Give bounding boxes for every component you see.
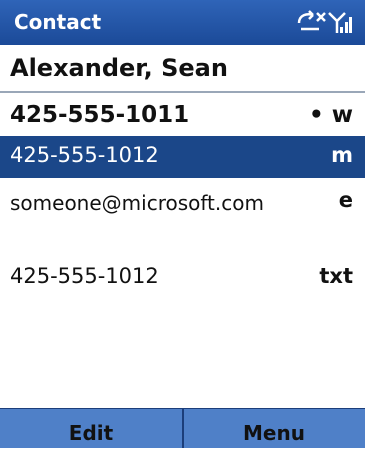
sync-x-icon (297, 10, 326, 31)
mobile-phone-value: 425-555-1012 (10, 143, 159, 167)
softkey-bar: Edit Menu (0, 408, 365, 448)
contact-name: Alexander, Sean (10, 54, 228, 82)
status-icons (297, 10, 352, 33)
list-item-work-phone[interactable]: 425-555-1011 • w (0, 96, 365, 136)
menu-softkey[interactable]: Menu (183, 409, 365, 448)
email-value: someone@microsoft.com (10, 191, 264, 215)
list-item-text-message[interactable]: 425-555-1012 txt (0, 258, 365, 298)
work-phone-tag: • w (309, 102, 353, 128)
contact-name-row: Alexander, Sean (0, 48, 365, 90)
text-phone-value: 425-555-1012 (10, 264, 159, 288)
email-tag: e (338, 188, 353, 212)
signal-strength-icon (328, 12, 352, 33)
header-divider (0, 91, 365, 93)
text-phone-tag: txt (319, 264, 353, 288)
work-phone-value: 425-555-1011 (10, 102, 190, 128)
edit-softkey[interactable]: Edit (0, 409, 182, 448)
app-title: Contact (14, 10, 102, 34)
list-item-mobile-phone-selected[interactable]: 425-555-1012 m (0, 136, 365, 178)
mobile-phone-tag: m (331, 143, 353, 167)
list-item-email[interactable]: someone@microsoft.com e (0, 180, 365, 260)
title-bar: Contact (0, 0, 365, 45)
